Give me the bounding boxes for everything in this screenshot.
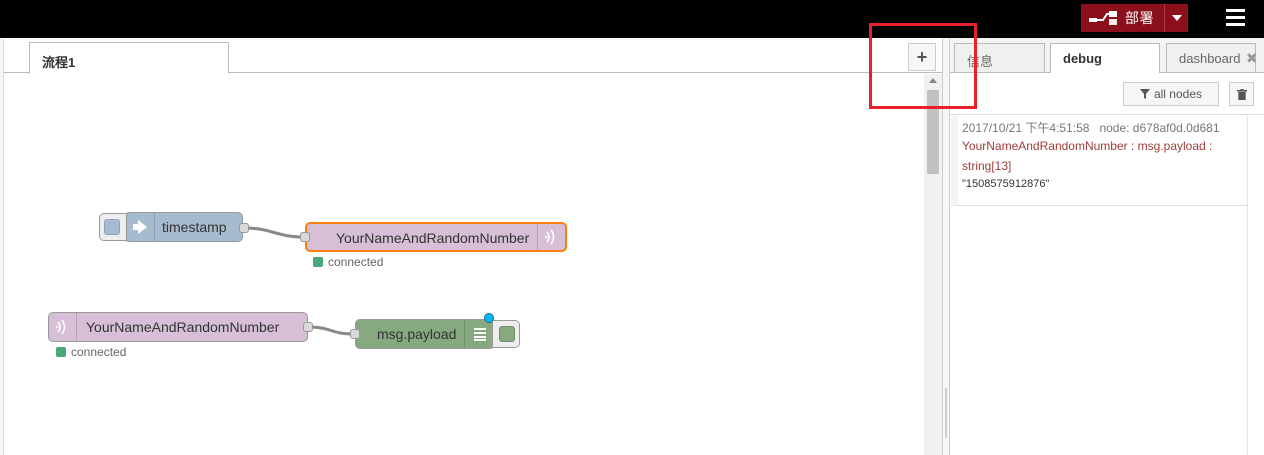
workspace: 流程1 + timestamp YourNameAndRandomNumber <box>0 38 942 455</box>
deploy-menu-button[interactable] <box>1164 4 1188 32</box>
message-value[interactable]: "1508575912876" <box>962 178 1247 190</box>
filter-label: all nodes <box>1153 87 1203 101</box>
output-port[interactable] <box>239 223 249 233</box>
node-label: YourNameAndRandomNumber <box>86 319 280 335</box>
changed-indicator-icon <box>484 313 494 323</box>
input-port[interactable] <box>300 232 310 242</box>
filter-nodes-button[interactable]: all nodes <box>1123 82 1219 106</box>
websocket-out-node[interactable]: YourNameAndRandomNumber <box>305 222 567 252</box>
close-icon[interactable]: ✖ <box>1246 50 1258 67</box>
header-bar: 部署 <box>0 0 1264 38</box>
status-dot <box>313 257 323 267</box>
deploy-icon <box>1089 11 1117 25</box>
menu-bar-icon <box>1226 16 1245 19</box>
debug-toggle-button[interactable] <box>492 320 520 348</box>
node-label: msg.payload <box>377 326 457 342</box>
node-label: YourNameAndRandomNumber <box>336 230 530 246</box>
tab-dashboard[interactable]: dashboard <box>1166 43 1256 73</box>
sidebar-scrollbar[interactable] <box>1247 116 1264 455</box>
inject-trigger-button[interactable] <box>99 213 127 241</box>
clear-messages-button[interactable] <box>1229 82 1254 106</box>
node-status: connected <box>56 345 126 359</box>
websocket-in-node[interactable]: YourNameAndRandomNumber <box>48 312 308 342</box>
separator-grip[interactable] <box>945 388 947 438</box>
deploy-button[interactable]: 部署 <box>1081 4 1188 32</box>
message-meta: 2017/10/21 下午4:51:58 node: d678af0d.0d681 <box>962 120 1247 136</box>
highlight-annotation <box>869 23 977 109</box>
toggle-square <box>499 326 515 342</box>
trash-icon <box>1236 88 1247 100</box>
output-port[interactable] <box>303 322 313 332</box>
filter-icon <box>1139 89 1150 99</box>
deploy-label: 部署 <box>1125 10 1154 26</box>
inject-node[interactable]: timestamp <box>124 212 243 242</box>
deploy-main[interactable]: 部署 <box>1081 4 1164 32</box>
debug-node[interactable]: msg.payload <box>355 319 495 349</box>
menu-bar-icon <box>1226 9 1245 12</box>
menu-bar-icon <box>1226 23 1245 26</box>
main-menu-button[interactable] <box>1224 9 1248 29</box>
status-text: connected <box>71 345 127 359</box>
status-text: connected <box>328 255 384 269</box>
sidebar-tabbar: 信息 debug dashboard ✖ <box>950 38 1264 74</box>
input-port[interactable] <box>350 329 360 339</box>
message-node-id[interactable]: node: d678af0d.0d681 <box>1099 121 1219 135</box>
node-label: timestamp <box>162 219 227 235</box>
wire[interactable] <box>307 325 355 336</box>
trigger-square <box>104 219 120 235</box>
websocket-icon <box>537 224 565 250</box>
status-dot <box>56 347 66 357</box>
message-timestamp: 2017/10/21 下午4:51:58 <box>962 121 1090 135</box>
debug-toolbar: all nodes <box>950 73 1264 115</box>
canvas-vertical-scrollbar[interactable] <box>924 74 942 455</box>
websocket-icon <box>49 313 77 341</box>
debug-message[interactable]: 2017/10/21 下午4:51:58 node: d678af0d.0d681… <box>951 116 1247 206</box>
caret-down-icon <box>1171 15 1182 21</box>
node-status: connected <box>313 255 383 269</box>
tab-debug[interactable]: debug <box>1050 43 1160 74</box>
arrow-right-icon <box>125 213 155 241</box>
wire[interactable] <box>243 226 305 239</box>
message-topic: YourNameAndRandomNumber : msg.payload : … <box>962 139 1213 173</box>
sidebar: 信息 debug dashboard ✖ all nodes 2017/10/2… <box>950 38 1264 455</box>
list-icon <box>464 320 494 348</box>
